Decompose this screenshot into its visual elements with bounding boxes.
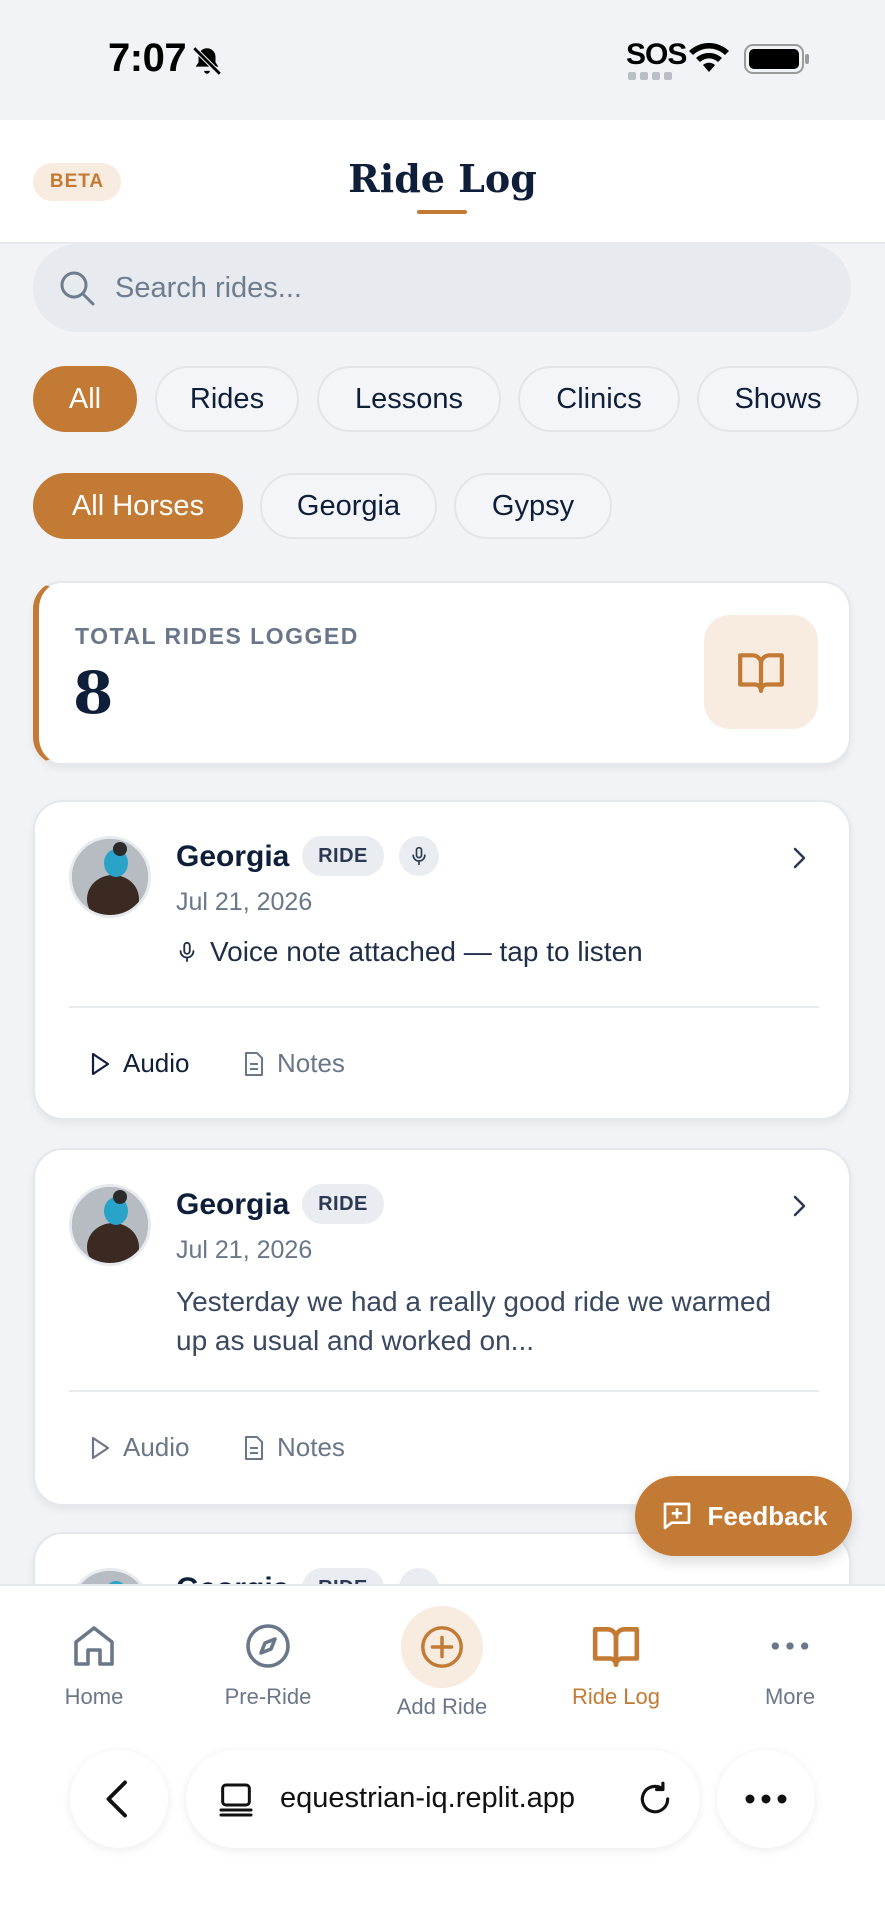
audio-label: Audio bbox=[123, 1432, 190, 1462]
notes-label: Notes bbox=[277, 1432, 345, 1462]
nav-ride-log-label: Ride Log bbox=[571, 1684, 661, 1709]
horse-name: Georgia bbox=[176, 1188, 290, 1221]
nav-add-ride-label: Add Ride bbox=[396, 1694, 488, 1719]
notes-label: Notes bbox=[277, 1048, 345, 1078]
nav-more[interactable]: More bbox=[720, 1616, 860, 1710]
audio-label: Audio bbox=[123, 1048, 190, 1078]
chevron-left-icon bbox=[106, 1780, 127, 1818]
voice-note-line[interactable]: Voice note attached — tap to listen bbox=[176, 936, 643, 968]
chevron-right-icon[interactable] bbox=[787, 844, 811, 872]
sos-indicator: SOS bbox=[626, 38, 687, 71]
filter-chip-clinics[interactable]: Clinics bbox=[518, 366, 680, 432]
message-plus-icon bbox=[663, 1502, 690, 1530]
audio-button[interactable]: Audio bbox=[89, 1432, 190, 1463]
search-bar[interactable] bbox=[33, 244, 851, 332]
ride-date: Jul 21, 2026 bbox=[176, 1236, 313, 1264]
page-title: Ride Log bbox=[348, 156, 537, 201]
ride-excerpt: Yesterday we had a really good ride we w… bbox=[176, 1286, 772, 1356]
nav-add-ride[interactable]: Add Ride bbox=[372, 1606, 512, 1720]
filter-chip-shows[interactable]: Shows bbox=[697, 366, 859, 432]
summary-icon-box bbox=[704, 615, 818, 729]
total-rides-value: 8 bbox=[73, 659, 114, 727]
filter-chip-rides[interactable]: Rides bbox=[155, 366, 299, 432]
ride-card[interactable]: Georgia RIDE Jul 21, 2026 Yesterday we h… bbox=[33, 1148, 851, 1506]
mic-icon bbox=[412, 846, 426, 866]
tab-list-icon bbox=[219, 1783, 253, 1817]
feedback-label: Feedback bbox=[707, 1500, 828, 1531]
wifi-icon bbox=[689, 43, 729, 72]
voice-note-text: Voice note attached — tap to listen bbox=[210, 936, 643, 967]
notes-button[interactable]: Notes bbox=[243, 1048, 345, 1079]
title-underline bbox=[417, 210, 467, 214]
nav-pre-ride-label: Pre-Ride bbox=[224, 1684, 312, 1709]
total-rides-card: TOTAL RIDES LOGGED 8 bbox=[33, 581, 851, 765]
battery-icon bbox=[744, 44, 809, 74]
ride-card[interactable]: Georgia RIDE Jul 21, 2026 Voice note att… bbox=[33, 800, 851, 1120]
reload-icon[interactable] bbox=[636, 1780, 674, 1818]
filter-chip-lessons[interactable]: Lessons bbox=[317, 366, 501, 432]
horse-name: Georgia bbox=[176, 840, 290, 873]
compass-icon bbox=[246, 1624, 290, 1668]
document-icon bbox=[245, 1051, 263, 1076]
more-dots-icon bbox=[771, 1642, 809, 1650]
book-open-icon bbox=[592, 1627, 640, 1668]
url-bar[interactable]: equestrian-iq.replit.app bbox=[186, 1750, 700, 1848]
ride-type-badge: RIDE bbox=[302, 836, 384, 876]
search-input[interactable] bbox=[115, 244, 815, 332]
ride-date: Jul 21, 2026 bbox=[176, 888, 313, 916]
signal-dots-icon bbox=[628, 72, 672, 80]
avatar bbox=[69, 836, 151, 918]
card-divider bbox=[69, 1006, 819, 1008]
audio-button[interactable]: Audio bbox=[89, 1048, 190, 1079]
horse-chip-all[interactable]: All Horses bbox=[33, 473, 243, 539]
browser-back-button[interactable] bbox=[70, 1750, 168, 1848]
notes-button[interactable]: Notes bbox=[243, 1432, 345, 1463]
nav-ride-log[interactable]: Ride Log bbox=[546, 1616, 686, 1710]
nav-home[interactable]: Home bbox=[24, 1616, 164, 1710]
bell-muted-icon bbox=[192, 46, 222, 76]
plus-circle-icon bbox=[421, 1626, 463, 1668]
ride-type-badge: RIDE bbox=[302, 1184, 384, 1224]
horse-chip-gypsy[interactable]: Gypsy bbox=[454, 473, 612, 539]
search-icon bbox=[60, 271, 95, 306]
play-icon bbox=[91, 1052, 110, 1075]
feedback-button[interactable]: Feedback bbox=[635, 1476, 852, 1556]
home-icon bbox=[74, 1626, 114, 1666]
status-time: 7:07 bbox=[108, 36, 187, 80]
more-dots-icon bbox=[745, 1794, 787, 1804]
avatar bbox=[69, 1184, 151, 1266]
nav-more-label: More bbox=[764, 1684, 816, 1709]
browser-more-button[interactable] bbox=[717, 1750, 815, 1848]
horse-chip-georgia[interactable]: Georgia bbox=[260, 473, 437, 539]
url-text: equestrian-iq.replit.app bbox=[280, 1782, 576, 1814]
play-icon bbox=[91, 1436, 110, 1459]
mic-badge bbox=[399, 836, 439, 876]
nav-home-label: Home bbox=[64, 1684, 124, 1709]
chevron-right-icon[interactable] bbox=[787, 1192, 811, 1220]
card-divider bbox=[69, 1390, 819, 1392]
book-open-icon bbox=[738, 653, 784, 693]
nav-pre-ride[interactable]: Pre-Ride bbox=[198, 1616, 338, 1710]
mic-icon bbox=[179, 941, 195, 963]
total-rides-label: TOTAL RIDES LOGGED bbox=[75, 623, 359, 649]
document-icon bbox=[245, 1435, 263, 1460]
filter-chip-all[interactable]: All bbox=[33, 366, 137, 432]
